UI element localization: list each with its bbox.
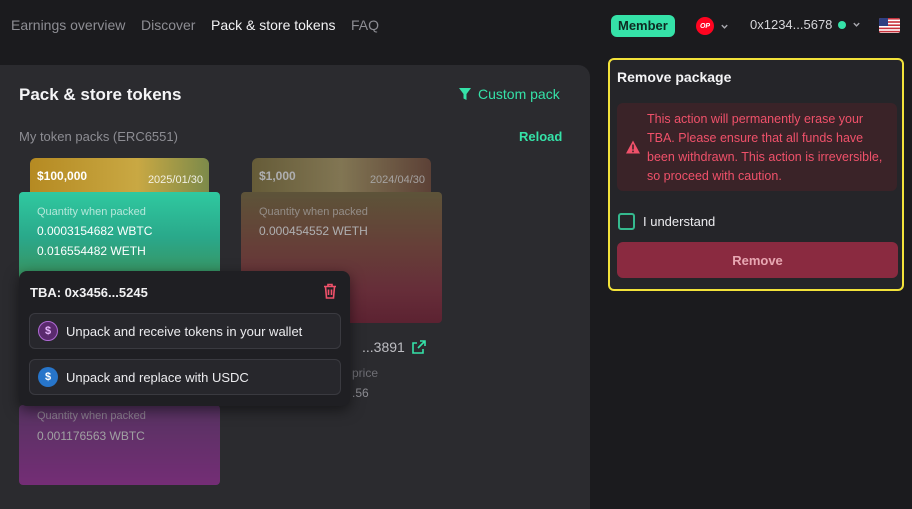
pack-actions-popover: TBA: 0x3456...5245 $ Unpack and receive … bbox=[19, 271, 350, 406]
card-date: 2025/01/30 bbox=[147, 174, 203, 186]
custom-pack-label: Custom pack bbox=[478, 86, 560, 102]
warning-icon bbox=[626, 140, 640, 154]
wallet-coin-icon: $ bbox=[38, 321, 58, 341]
card-date: 2024/04/30 bbox=[369, 174, 425, 186]
tba-address-partial: ...3891 bbox=[362, 339, 405, 355]
option-label: Unpack and replace with USDC bbox=[66, 369, 249, 385]
understand-checkbox-row[interactable]: I understand bbox=[618, 213, 715, 230]
nav-discover[interactable]: Discover bbox=[141, 17, 195, 33]
token-amount: 0.0003154682 WBTC bbox=[37, 224, 153, 238]
chain-selector[interactable]: OP bbox=[696, 14, 729, 38]
remove-package-title: Remove package bbox=[617, 69, 732, 85]
top-nav: Earnings overview Discover Pack & store … bbox=[0, 0, 912, 50]
optimism-icon: OP bbox=[696, 17, 714, 35]
nav-earnings-overview[interactable]: Earnings overview bbox=[11, 17, 125, 33]
unpack-to-usdc-button[interactable]: $ Unpack and replace with USDC bbox=[29, 359, 341, 395]
external-link-icon[interactable] bbox=[411, 339, 427, 355]
understand-label: I understand bbox=[643, 214, 716, 229]
section-label: My token packs (ERC6551) bbox=[19, 129, 178, 144]
warning-text: This action will permanently erase your … bbox=[647, 112, 883, 183]
token-pack-card[interactable]: Quantity when packed 0.001176563 WBTC bbox=[19, 405, 220, 485]
reload-button[interactable]: Reload bbox=[519, 129, 562, 144]
page-title: Pack & store tokens bbox=[19, 85, 182, 104]
token-amount: 0.016554482 WETH bbox=[37, 244, 146, 258]
chevron-down-icon bbox=[853, 22, 861, 27]
token-amount: 0.000454552 WETH bbox=[259, 224, 368, 238]
filter-icon bbox=[459, 88, 471, 100]
warning-box: This action will permanently erase your … bbox=[617, 103, 897, 191]
card-price-label-partial: price bbox=[352, 366, 379, 380]
understand-checkbox[interactable] bbox=[618, 213, 635, 230]
unpack-to-wallet-button[interactable]: $ Unpack and receive tokens in your wall… bbox=[29, 313, 341, 349]
quantity-label: Quantity when packed bbox=[37, 206, 146, 218]
wallet-selector[interactable]: 0x1234...5678 bbox=[750, 17, 861, 32]
remove-button[interactable]: Remove bbox=[617, 242, 898, 278]
card-price-value-partial: .56 bbox=[352, 386, 369, 400]
remove-package-panel: Remove package This action will permanen… bbox=[608, 58, 904, 291]
chevron-down-icon bbox=[721, 24, 728, 29]
card-amount: $100,000 bbox=[37, 169, 88, 183]
trash-icon[interactable] bbox=[321, 282, 339, 300]
member-badge[interactable]: Member bbox=[611, 15, 675, 37]
option-label: Unpack and receive tokens in your wallet bbox=[66, 323, 303, 339]
us-flag-icon[interactable] bbox=[879, 18, 900, 33]
card-tba-partial[interactable]: ...3891 bbox=[362, 339, 427, 355]
connected-dot-icon bbox=[838, 20, 847, 29]
tba-address: TBA: 0x3456...5245 bbox=[30, 285, 148, 300]
token-amount: 0.001176563 WBTC bbox=[37, 429, 145, 443]
wallet-address: 0x1234...5678 bbox=[750, 17, 833, 32]
custom-pack-button[interactable]: Custom pack bbox=[458, 86, 560, 102]
usdc-icon: $ bbox=[38, 367, 58, 387]
card-amount: $1,000 bbox=[259, 169, 296, 183]
quantity-label: Quantity when packed bbox=[259, 206, 368, 218]
quantity-label: Quantity when packed bbox=[37, 410, 146, 422]
nav-pack-store-tokens[interactable]: Pack & store tokens bbox=[211, 17, 336, 33]
nav-faq[interactable]: FAQ bbox=[351, 17, 379, 33]
